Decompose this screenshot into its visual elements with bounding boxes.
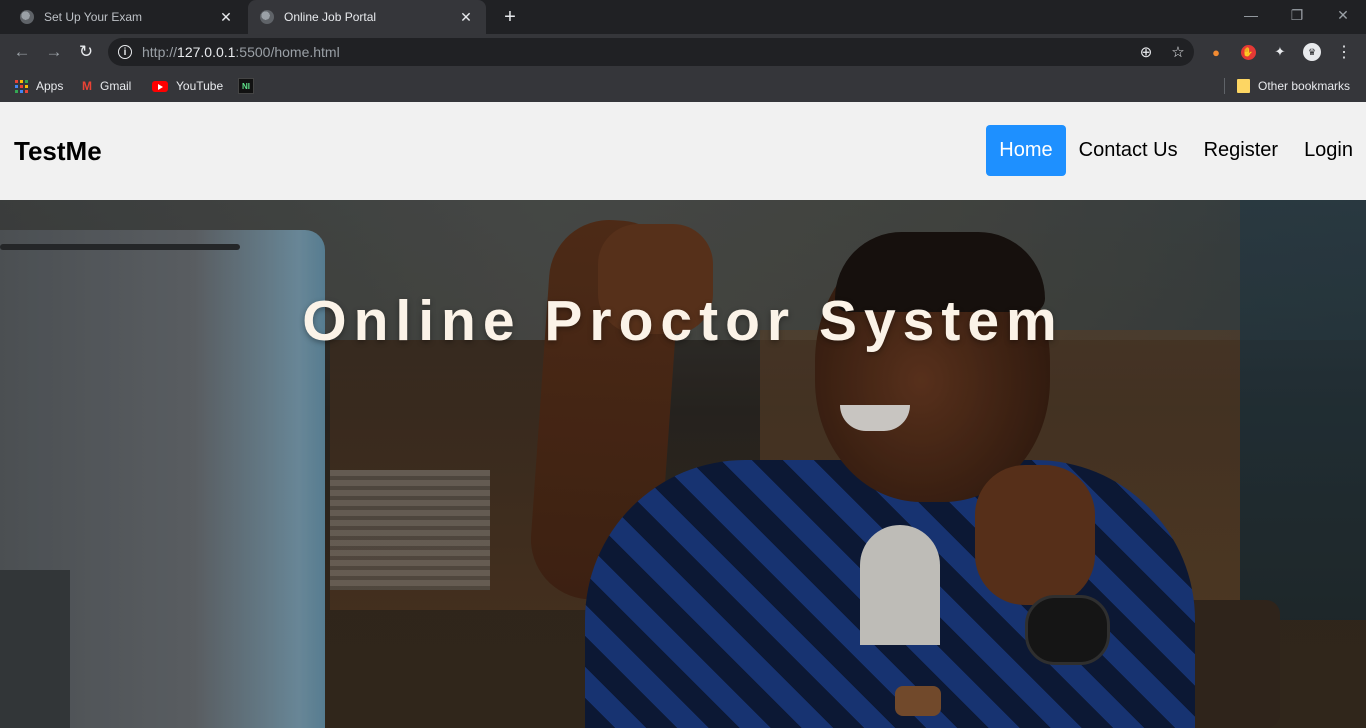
bookmark-youtube[interactable]: YouTube xyxy=(152,76,223,96)
web-page: TestMe Home Contact Us Register Login On… xyxy=(0,102,1366,728)
bookmark-apps[interactable]: Apps xyxy=(15,76,63,96)
address-bar[interactable]: i http://127.0.0.1:5500/home.html ⊕ ☆ xyxy=(108,38,1194,66)
bookmark-label: YouTube xyxy=(176,79,224,93)
globe-icon xyxy=(20,10,34,24)
extension-flame-icon[interactable]: ● xyxy=(1206,42,1226,62)
close-tab-icon[interactable]: ✕ xyxy=(214,9,238,26)
tab-online-job-portal[interactable]: Online Job Portal ✕ xyxy=(248,0,486,34)
site-logo[interactable]: TestMe xyxy=(14,136,102,167)
tab-strip: Set Up Your Exam ✕ Online Job Portal ✕ +… xyxy=(0,0,1366,34)
youtube-icon xyxy=(152,80,168,92)
back-arrow-icon[interactable]: ← xyxy=(10,40,34,64)
hero-overlay xyxy=(0,200,1366,728)
gmail-icon: M xyxy=(82,79,92,93)
nav-login[interactable]: Login xyxy=(1291,125,1366,176)
tab-set-up-your-exam[interactable]: Set Up Your Exam ✕ xyxy=(8,0,246,34)
zoom-icon[interactable]: ⊕ xyxy=(1130,43,1162,61)
restore-window-icon[interactable]: ❐ xyxy=(1274,0,1320,30)
bookmark-label: Other bookmarks xyxy=(1258,79,1351,93)
browser-toolbar: ← → ↻ i http://127.0.0.1:5500/home.html … xyxy=(0,34,1366,70)
hero-title: Online Proctor System xyxy=(302,289,1064,353)
tab-title: Online Job Portal xyxy=(284,10,377,24)
folder-icon xyxy=(1237,79,1250,93)
close-window-icon[interactable]: ✕ xyxy=(1320,0,1366,30)
bookmark-label: Apps xyxy=(36,79,64,93)
bookmarks-bar: Apps M Gmail YouTube NI Other bookmarks xyxy=(0,70,1366,102)
bookmarks-divider xyxy=(1224,78,1225,94)
extension-stop-icon[interactable]: ✋ xyxy=(1238,42,1258,62)
apps-grid-icon xyxy=(15,79,28,93)
site-header: TestMe Home Contact Us Register Login xyxy=(0,102,1366,200)
chrome-menu-icon[interactable]: ⋮ xyxy=(1334,42,1354,62)
tab-title: Set Up Your Exam xyxy=(44,10,143,24)
reload-icon[interactable]: ↻ xyxy=(74,40,98,64)
close-tab-icon[interactable]: ✕ xyxy=(454,9,478,26)
star-icon[interactable]: ☆ xyxy=(1162,43,1194,61)
hero-banner: Online Proctor System xyxy=(0,200,1366,728)
nav-register[interactable]: Register xyxy=(1191,125,1291,176)
site-info-icon[interactable]: i xyxy=(118,45,132,59)
main-nav: Home Contact Us Register Login xyxy=(986,125,1366,176)
bookmark-nm[interactable]: NI xyxy=(238,76,254,96)
new-tab-button[interactable]: + xyxy=(498,5,522,29)
nav-home[interactable]: Home xyxy=(986,125,1066,176)
url-text[interactable]: http://127.0.0.1:5500/home.html xyxy=(142,44,1130,60)
bookmark-gmail[interactable]: M Gmail xyxy=(82,76,131,96)
globe-icon xyxy=(260,10,274,24)
profile-avatar-icon[interactable]: ♛ xyxy=(1302,42,1322,62)
nav-contact-us[interactable]: Contact Us xyxy=(1066,125,1191,176)
nm-site-icon: NI xyxy=(238,78,254,94)
extension-puzzle-icon[interactable]: ✦ xyxy=(1270,42,1290,62)
forward-arrow-icon[interactable]: → xyxy=(42,40,66,64)
bookmark-label: Gmail xyxy=(100,79,132,93)
other-bookmarks[interactable]: Other bookmarks xyxy=(1237,76,1350,96)
minimize-window-icon[interactable]: — xyxy=(1228,0,1274,30)
